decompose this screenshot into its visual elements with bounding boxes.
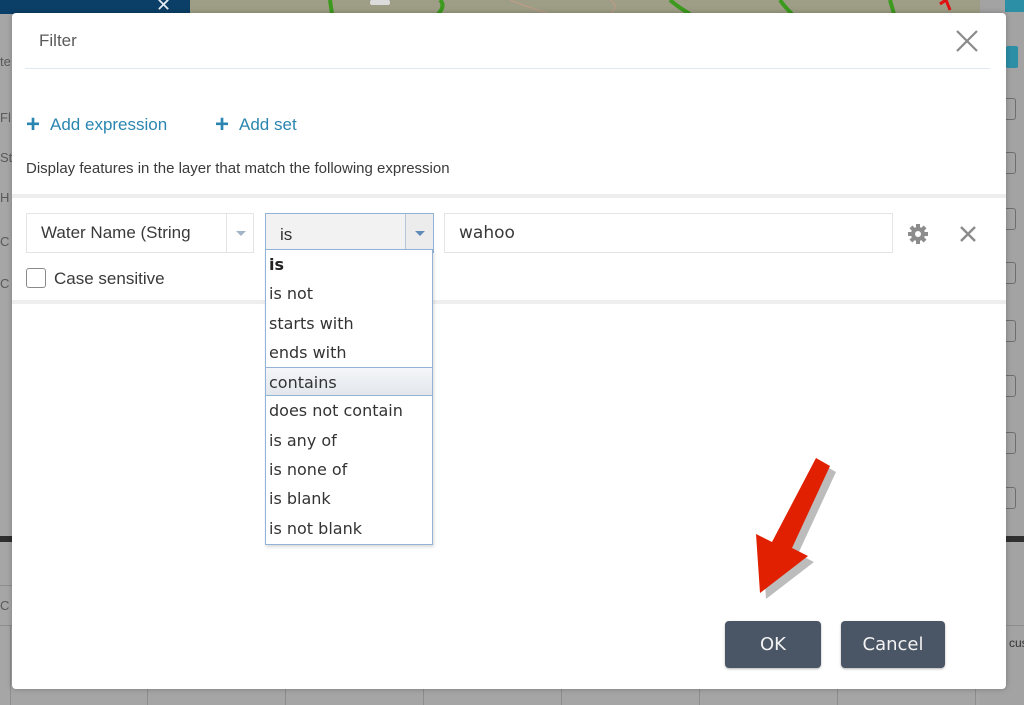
add-set-label: Add set xyxy=(239,115,297,134)
background-checkbox xyxy=(1006,152,1016,174)
field-select[interactable]: Water Name (String xyxy=(26,213,254,253)
gear-icon xyxy=(908,224,928,244)
operator-option[interactable]: is any of xyxy=(266,426,432,455)
dialog-title: Filter xyxy=(39,31,77,50)
add-expression-label: Add expression xyxy=(50,115,168,134)
operator-option[interactable]: starts with xyxy=(266,309,432,338)
operator-select-toggle[interactable] xyxy=(405,214,433,252)
background-label: te xyxy=(0,54,11,69)
background-label: C xyxy=(0,234,10,249)
operator-option[interactable]: is blank xyxy=(266,484,432,513)
background-left-panel: te Fl St H C C C xyxy=(0,14,12,705)
plus-icon: + xyxy=(215,111,230,138)
chevron-down-icon xyxy=(415,231,425,236)
remove-expression-button[interactable] xyxy=(956,222,980,246)
background-label: Fl xyxy=(0,110,11,125)
expression-row: Water Name (String is wahoo Case sensiti… xyxy=(12,194,1006,304)
background-map xyxy=(190,0,980,14)
background-checkbox xyxy=(1006,375,1016,397)
operator-dropdown-list: is is not starts with ends with contains… xyxy=(265,249,433,545)
add-set-link[interactable]: + Add set xyxy=(215,111,297,138)
case-sensitive-label[interactable]: Case sensitive xyxy=(54,269,165,289)
background-checkbox xyxy=(1006,320,1016,342)
map-thumbnail xyxy=(328,0,952,14)
operator-option[interactable]: does not contain xyxy=(266,396,432,425)
background-divider xyxy=(0,585,12,586)
background-checkbox xyxy=(1006,487,1016,509)
background-column-header: cus xyxy=(1009,636,1024,650)
operator-option[interactable]: is not xyxy=(266,279,432,308)
background-divider xyxy=(0,536,12,542)
background-divider xyxy=(1006,536,1024,542)
chevron-down-icon xyxy=(236,231,246,236)
background-checkbox xyxy=(1006,98,1016,120)
field-select-value: Water Name (String xyxy=(41,223,191,242)
background-label: H xyxy=(0,190,10,205)
background-checkbox-checked xyxy=(1006,46,1018,68)
operator-option[interactable]: is none of xyxy=(266,455,432,484)
filter-dialog: Filter + Add expression + Add set Displa… xyxy=(12,13,1006,689)
expression-description: Display features in the layer that match… xyxy=(26,160,450,177)
background-checkbox xyxy=(1006,208,1016,230)
case-sensitive-checkbox[interactable] xyxy=(26,268,46,288)
operator-option[interactable]: ends with xyxy=(266,338,432,367)
ok-button[interactable]: OK xyxy=(725,621,821,668)
close-button[interactable] xyxy=(952,26,982,56)
background-label: C xyxy=(0,276,10,291)
field-select-toggle[interactable] xyxy=(226,214,253,252)
operator-select[interactable]: is xyxy=(265,213,434,253)
background-checkbox xyxy=(1006,432,1016,454)
background-checkbox xyxy=(1006,262,1016,284)
operator-option[interactable]: is xyxy=(266,250,432,279)
add-expression-link[interactable]: + Add expression xyxy=(26,111,168,138)
background-label: C xyxy=(0,598,10,613)
background-checkbox-checked xyxy=(1005,0,1024,12)
background-close-icon: ✕ xyxy=(156,0,172,15)
header-divider xyxy=(25,68,990,69)
cancel-button[interactable]: Cancel xyxy=(841,621,945,668)
annotation-arrow-icon xyxy=(756,458,836,599)
operator-select-value: is xyxy=(280,225,293,244)
background-label: St xyxy=(0,150,13,165)
close-icon xyxy=(956,30,978,52)
value-input[interactable] xyxy=(444,213,893,253)
expression-settings-button[interactable] xyxy=(905,221,931,247)
operator-option[interactable]: contains xyxy=(266,367,432,397)
close-icon xyxy=(960,226,976,242)
background-header-bar: ✕ xyxy=(0,0,190,14)
plus-icon: + xyxy=(26,111,41,138)
background-column-line xyxy=(10,625,11,705)
operator-option[interactable]: is not blank xyxy=(266,514,432,543)
